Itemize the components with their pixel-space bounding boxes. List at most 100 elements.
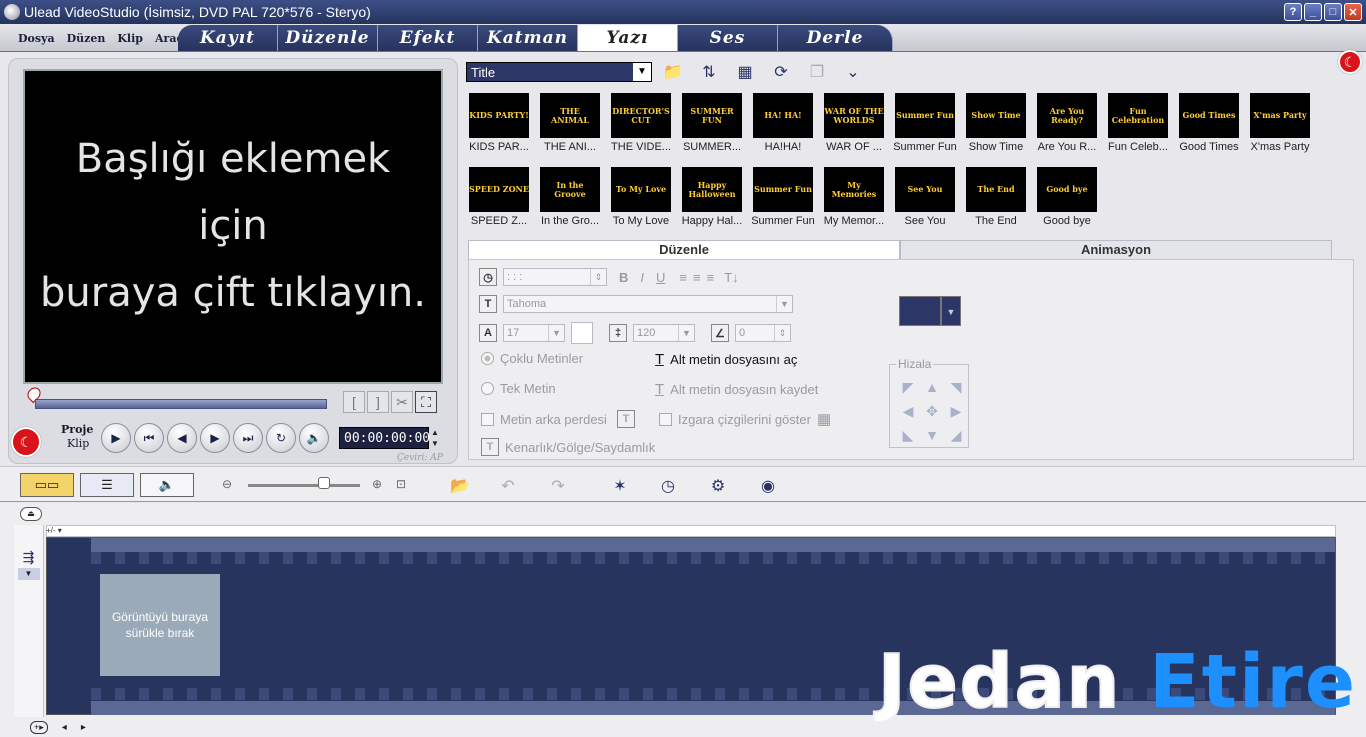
menu-clip[interactable]: Klip: [117, 32, 143, 45]
text-backdrop-checkbox[interactable]: [481, 412, 494, 426]
timeline-ruler[interactable]: [46, 525, 1336, 537]
title-thumbnail[interactable]: Summer Fun Summer Fun: [893, 93, 957, 159]
single-text-radio[interactable]: [481, 382, 494, 395]
align-top-icon[interactable]: ▲: [922, 377, 942, 397]
track-manager-icon[interactable]: ⇶: [14, 549, 43, 566]
chevron-down-icon[interactable]: ▼: [548, 325, 564, 341]
align-bottom-right-icon[interactable]: ◢: [946, 425, 966, 445]
title-thumbnail[interactable]: KIDS PARTY! KIDS PAR...: [467, 93, 531, 159]
angle-field[interactable]: 0 ⇕: [735, 324, 791, 342]
tab-title[interactable]: Yazı: [578, 25, 678, 51]
maximize-button[interactable]: □: [1324, 3, 1342, 21]
library-category-select[interactable]: Title ▼: [466, 62, 652, 82]
title-thumbnail[interactable]: SPEED ZONE SPEED Z...: [467, 167, 531, 233]
end-icon[interactable]: ⏭: [233, 423, 263, 453]
timecode-field[interactable]: 00:00:00:00: [339, 427, 430, 449]
track-toggle-icon[interactable]: +▸: [30, 721, 48, 734]
title-thumbnail[interactable]: Happy Halloween Happy Hal...: [680, 167, 744, 233]
eject-icon[interactable]: ⏏: [20, 507, 42, 521]
title-thumbnail[interactable]: WAR OF THE WORLDS WAR OF ...: [822, 93, 886, 159]
font-size-select[interactable]: 17 ▼: [503, 324, 565, 342]
scroll-left-icon[interactable]: ◂: [62, 722, 67, 733]
vertical-text-icon[interactable]: T↓: [724, 270, 738, 285]
tab-audio[interactable]: Ses: [678, 25, 778, 51]
title-thumbnail[interactable]: Good bye Good bye: [1035, 167, 1099, 233]
tab-share[interactable]: Derle: [778, 25, 893, 51]
align-center-icon[interactable]: ≡: [693, 270, 701, 285]
align-left-icon[interactable]: ◀: [898, 401, 918, 421]
undo-icon[interactable]: ↶: [494, 472, 522, 500]
next-frame-icon[interactable]: ▶: [200, 423, 230, 453]
chevron-down-icon[interactable]: ▼: [633, 63, 651, 81]
storyboard-view-button[interactable]: ▭▭: [20, 473, 74, 497]
title-thumbnail[interactable]: HA! HA! HA!HA!: [751, 93, 815, 159]
line-spacing-select[interactable]: 120 ▼: [633, 324, 695, 342]
play-mode-selector[interactable]: Proje Klip: [61, 423, 93, 451]
ruler-zoom-toggle[interactable]: +/- ▾: [46, 526, 92, 536]
align-bottom-icon[interactable]: ▼: [922, 425, 942, 445]
close-button[interactable]: ✕: [1344, 3, 1362, 21]
zoom-slider[interactable]: [248, 484, 360, 487]
title-thumbnail[interactable]: Summer Fun Summer Fun: [751, 167, 815, 233]
title-thumbnail[interactable]: See You See You: [893, 167, 957, 233]
background-color-picker[interactable]: ▼: [899, 296, 961, 326]
menu-edit[interactable]: Düzen: [67, 32, 106, 45]
tab-animation[interactable]: Animasyon: [900, 240, 1332, 260]
project-mode-label[interactable]: Proje: [61, 423, 93, 437]
align-top-left-icon[interactable]: ◤: [898, 377, 918, 397]
grid-settings-icon[interactable]: ▦: [817, 410, 831, 428]
tab-edit[interactable]: Düzenle: [278, 25, 378, 51]
align-right-icon[interactable]: ▶: [946, 401, 966, 421]
align-center-icon[interactable]: ✥: [922, 401, 942, 421]
timeline-view-button[interactable]: ☰: [80, 473, 134, 497]
zoom-out-icon[interactable]: ⊖: [222, 477, 232, 491]
tab-effect[interactable]: Efekt: [378, 25, 478, 51]
fit-project-icon[interactable]: ⊡: [396, 477, 406, 491]
previous-frame-icon[interactable]: ◀: [167, 423, 197, 453]
folder-icon[interactable]: 📁: [660, 60, 686, 84]
title-thumbnail[interactable]: X'mas Party X'mas Party: [1248, 93, 1312, 159]
sort-icon[interactable]: ⇅: [696, 60, 722, 84]
minimize-button[interactable]: _: [1304, 3, 1322, 21]
font-select[interactable]: Tahoma ▼: [503, 295, 793, 313]
timecode-spinner[interactable]: ▲ ▼: [429, 427, 441, 449]
chevron-down-icon[interactable]: ▼: [17, 568, 40, 580]
spinner-icon[interactable]: ⇕: [590, 269, 606, 285]
smart-proxy-icon[interactable]: ✶: [606, 472, 634, 500]
insert-media-icon[interactable]: 📂: [446, 472, 474, 500]
title-thumbnail[interactable]: Are You Ready? Are You R...: [1035, 93, 1099, 159]
volume-icon[interactable]: 🔈: [299, 423, 329, 453]
cut-icon[interactable]: ✂: [391, 391, 413, 413]
scrubber-bar[interactable]: [35, 399, 327, 409]
library-manager-icon[interactable]: ▦: [732, 60, 758, 84]
border-shadow-label[interactable]: Kenarlık/Gölge/Saydamlık: [505, 440, 655, 455]
title-thumbnail[interactable]: THE ANIMAL THE ANI...: [538, 93, 602, 159]
mark-out-button[interactable]: ]: [367, 391, 389, 413]
save-subtitle-link[interactable]: Alt metin dosyasın kaydet: [670, 382, 818, 397]
title-thumbnail[interactable]: DIRECTOR'S CUT THE VIDE...: [609, 93, 673, 159]
bold-icon[interactable]: B: [619, 270, 628, 285]
align-top-right-icon[interactable]: ◥: [946, 377, 966, 397]
preview-window[interactable]: Başlığı eklemek için buraya çift tıklayı…: [23, 69, 443, 384]
title-thumbnail[interactable]: In the Groove In the Gro...: [538, 167, 602, 233]
zoom-in-icon[interactable]: ⊕: [372, 477, 382, 491]
tab-overlay[interactable]: Katman: [478, 25, 578, 51]
home-icon[interactable]: ⏮: [134, 423, 164, 453]
title-thumbnail[interactable]: To My Love To My Love: [609, 167, 673, 233]
clip-mode-label[interactable]: Klip: [67, 437, 93, 451]
help-button[interactable]: ?: [1284, 3, 1302, 21]
align-left-icon[interactable]: ≡: [679, 270, 687, 285]
fullscreen-icon[interactable]: ⛶: [415, 391, 437, 413]
pages-icon[interactable]: ❐: [804, 60, 830, 84]
title-thumbnail[interactable]: The End The End: [964, 167, 1028, 233]
show-grid-checkbox[interactable]: [659, 412, 672, 426]
play-icon[interactable]: ▶: [101, 423, 131, 453]
duration-field[interactable]: : : : ⇕: [503, 268, 607, 286]
scroll-right-icon[interactable]: ▸: [81, 722, 86, 733]
backdrop-settings-icon[interactable]: T: [616, 410, 635, 428]
multi-text-radio[interactable]: [481, 352, 494, 365]
chevron-down-icon[interactable]: ▼: [776, 296, 792, 312]
border-shadow-icon[interactable]: T: [481, 438, 499, 456]
zoom-slider-handle[interactable]: [318, 477, 330, 489]
color-swatch[interactable]: [899, 296, 941, 326]
